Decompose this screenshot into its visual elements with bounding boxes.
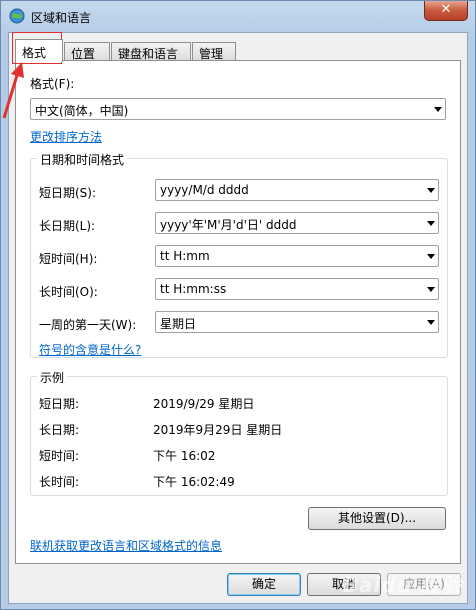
tab-administrative[interactable]: 管理 [192, 42, 236, 61]
example-long-time-label: 长时间: [39, 475, 80, 489]
short-time-value: tt H:mm [160, 249, 210, 263]
watermark-text: Baidu 经验 [342, 573, 462, 597]
example-long-date-label: 长日期: [39, 423, 80, 437]
format-select-value: 中文(简体，中国) [35, 104, 129, 118]
datetime-group: 日期和时间格式 短日期(S): yyyy/M/d dddd 长日期(L): yy… [30, 151, 448, 358]
chevron-down-icon [434, 107, 442, 112]
window-title: 区域和语言 [31, 11, 92, 25]
title-bar[interactable]: 区域和语言 ✕ [1, 1, 475, 33]
chevron-down-icon [427, 221, 435, 226]
format-panel: 格式(F): 中文(简体，中国) 更改排序方法 日期和时间格式 短日期(S): … [15, 60, 461, 564]
ok-button[interactable]: 确定 [227, 573, 301, 596]
format-select[interactable]: 中文(简体，中国) [30, 98, 446, 120]
first-day-select[interactable]: 星期日 [155, 311, 439, 333]
long-time-value: tt H:mm:ss [160, 282, 227, 296]
long-time-label: 长时间(O): [39, 285, 98, 299]
long-date-label: 长日期(L): [39, 219, 96, 233]
short-time-label: 短时间(H): [39, 252, 98, 266]
dialog-client: 格式 位置 键盘和语言 管理 格式(F): 中文(简体，中国) 更改排序方法 日… [8, 32, 468, 604]
chevron-down-icon [427, 254, 435, 259]
online-info-link[interactable]: 联机获取更改语言和区域格式的信息 [30, 537, 222, 554]
chevron-down-icon [427, 188, 435, 193]
example-long-date-value: 2019年9月29日 星期日 [153, 423, 283, 437]
example-long-time-value: 下午 16:02:49 [153, 475, 235, 489]
examples-group: 示例 短日期: 2019/9/29 星期日 长日期: 2019年9月29日 星期… [30, 369, 448, 496]
tab-format[interactable]: 格式 [15, 39, 63, 62]
long-time-select[interactable]: tt H:mm:ss [155, 278, 439, 300]
chevron-down-icon [427, 287, 435, 292]
example-short-date-value: 2019/9/29 星期日 [153, 397, 255, 411]
datetime-group-title: 日期和时间格式 [37, 151, 128, 168]
example-short-time-label: 短时间: [39, 449, 80, 463]
globe-icon [9, 8, 25, 24]
example-short-time-value: 下午 16:02 [153, 449, 216, 463]
long-date-value: yyyy'年'M'月'd'日' dddd [160, 218, 297, 232]
short-date-select[interactable]: yyyy/M/d dddd [155, 179, 439, 201]
examples-group-title: 示例 [37, 369, 68, 386]
dialog-window: 区域和语言 ✕ 格式 位置 键盘和语言 管理 格式(F): 中文(简体，中国) … [0, 0, 476, 610]
first-day-label: 一周的第一天(W): [39, 318, 137, 332]
short-date-value: yyyy/M/d dddd [160, 183, 249, 197]
change-sort-link[interactable]: 更改排序方法 [30, 128, 102, 145]
other-settings-button[interactable]: 其他设置(D)... [308, 507, 446, 530]
tab-location[interactable]: 位置 [64, 42, 110, 61]
format-label: 格式(F): [30, 77, 75, 91]
close-button[interactable]: ✕ [424, 1, 468, 21]
first-day-value: 星期日 [160, 317, 197, 331]
short-date-label: 短日期(S): [39, 186, 97, 200]
chevron-down-icon [427, 320, 435, 325]
short-time-select[interactable]: tt H:mm [155, 245, 439, 267]
symbol-meaning-link[interactable]: 符号的含意是什么? [39, 341, 141, 358]
example-short-date-label: 短日期: [39, 397, 80, 411]
annotation-arrow-icon [2, 62, 24, 119]
tab-keyboards-languages[interactable]: 键盘和语言 [111, 42, 191, 61]
long-date-select[interactable]: yyyy'年'M'月'd'日' dddd [155, 212, 439, 234]
